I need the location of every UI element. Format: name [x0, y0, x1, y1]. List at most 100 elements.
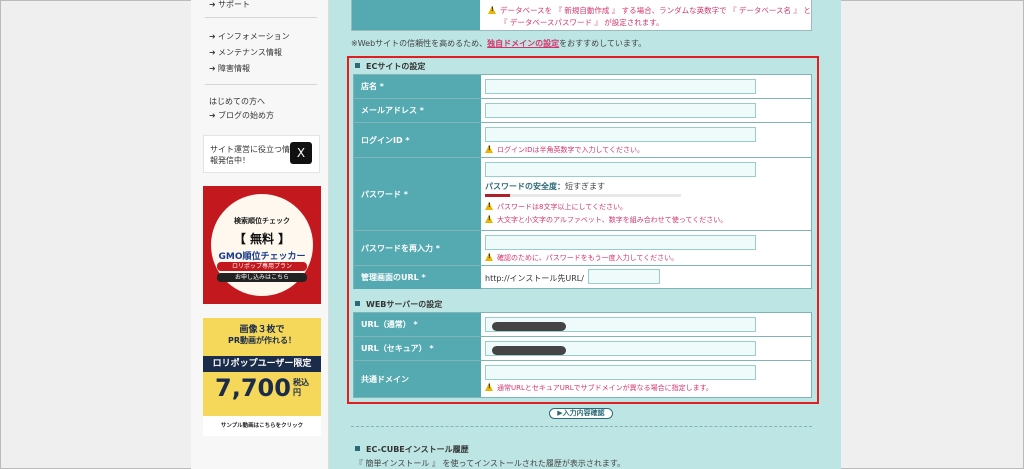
hint-text: 大文字と小文字のアルファベット、数字を組み合わせて使ってください。	[497, 216, 728, 224]
db-note-text: データベースを 『 新規自動作成 』 する場合、ランダムな英数字で 『 データベ…	[500, 6, 811, 15]
confirm-input-button[interactable]: ▶入力内容確認	[549, 408, 613, 419]
store-name-label: 店名 *	[354, 75, 481, 98]
banner-line: 【 無料 】	[233, 232, 291, 246]
sidebar-link-outage[interactable]: ➜ 障害情報	[209, 63, 250, 74]
section-square-icon	[355, 63, 360, 68]
sidebar-link-information[interactable]: ➜ インフォメーション	[209, 31, 290, 42]
admin-url-label: 管理画面のURL *	[354, 266, 481, 289]
web-settings-table: URL（通常） * URL（セキュア） * 共通ドメイン 通常URLとセキュアU…	[353, 312, 812, 398]
x-logo-icon[interactable]: X	[290, 142, 312, 164]
password-strength: パスワードの安全度：短すぎます	[485, 181, 605, 192]
notice-suffix: をおすすめしています。	[559, 39, 647, 48]
arrow-right-icon: ➜	[209, 0, 216, 9]
section-divider	[351, 426, 812, 427]
section-square-icon	[355, 301, 360, 306]
sidebar-beginner-heading: はじめての方へ	[209, 97, 265, 106]
table-row: ログインID * ログインIDは半角英数字で入力してください。	[354, 123, 811, 158]
table-row: パスワードを再入力 * 確認のために、パスワードをもう一度入力してください。	[354, 231, 811, 266]
sidebar-link-label: ブログの始め方	[218, 111, 274, 120]
pr-video-banner[interactable]: 画像３枚で PR動画が作れる！ ロリポップユーザー限定 7,700 税込円 サン…	[203, 318, 321, 436]
banner-line: 検索順位チェック	[234, 217, 290, 225]
login-id-input[interactable]	[485, 127, 756, 142]
warning-icon	[485, 202, 494, 210]
section-title-text: EC-CUBEインストール履歴	[366, 445, 469, 454]
sidebar-link-maintenance[interactable]: ➜ メンテナンス情報	[209, 47, 282, 58]
hint-text: 通常URLとセキュアURLでサブドメインが異なる場合に指定します。	[497, 384, 713, 392]
admin-url-input[interactable]	[588, 269, 660, 284]
sidebar-link-blog[interactable]: ➜ ブログの始め方	[209, 110, 274, 121]
banner-tax: 税込	[293, 378, 309, 387]
shared-domain-input[interactable]	[485, 365, 756, 380]
login-id-label: ログインID *	[354, 123, 481, 157]
warning-icon	[488, 6, 497, 14]
banner-price: 7,700	[215, 374, 291, 402]
email-label: メールアドレス *	[354, 99, 481, 122]
db-note-line: 『 データベースパスワード 』 が設定されます。	[500, 18, 664, 27]
table-row: URL（セキュア） *	[354, 337, 811, 361]
sidebar-link-label: 障害情報	[218, 64, 250, 73]
sidebar: ➜ サポート ➜ インフォメーション ➜ メンテナンス情報 ➜ 障害情報 はじめての方へ…	[191, 0, 329, 469]
arrow-right-icon: ➜	[209, 64, 216, 73]
web-section-title: WEBサーバーの設定	[355, 299, 442, 310]
banner-yen-label: 円	[293, 388, 301, 397]
confirm-button-label: 入力内容確認	[562, 409, 605, 417]
banner-line: 画像３枚で	[239, 325, 285, 335]
banner-footer: サンプル動画はこちらをクリック	[203, 416, 321, 436]
shared-domain-hint: 通常URLとセキュアURLでサブドメインが異なる場合に指定します。	[485, 383, 713, 393]
notice-prefix: ※Webサイトの信頼性を高めるため、	[351, 39, 488, 48]
section-square-icon	[355, 446, 360, 451]
url-input[interactable]	[485, 317, 756, 332]
warning-icon	[485, 383, 494, 391]
password-confirm-hint: 確認のために、パスワードをもう一度入力してください。	[485, 253, 678, 263]
hint-text: 確認のために、パスワードをもう一度入力してください。	[497, 254, 679, 262]
table-row: 店名 *	[354, 75, 811, 99]
table-row: 共通ドメイン 通常URLとセキュアURLでサブドメインが異なる場合に指定します。	[354, 361, 811, 397]
sidebar-divider	[205, 84, 317, 85]
gmo-rank-checker-banner[interactable]: 検索順位チェック 【 無料 】 GMO順位チェッカー ロリポップ専用プラン お申…	[203, 186, 321, 304]
domain-notice: ※Webサイトの信頼性を高めるため、独自ドメインの設定をおすすめしています。	[351, 38, 646, 49]
ec-settings-table: 店名 * メールアドレス * ログインID * ログインIDは半角英数字で入力し…	[353, 74, 812, 289]
strength-value: 短すぎます	[565, 182, 605, 191]
arrow-right-icon: ➜	[209, 48, 216, 57]
table-row: URL（通常） *	[354, 313, 811, 337]
main-content: データベースを 『 新規自動作成 』 する場合、ランダムな英数字で 『 データベ…	[329, 0, 841, 469]
strength-label: パスワードの安全度：	[485, 182, 565, 191]
left-margin	[1, 1, 191, 468]
x-promo[interactable]: サイト運営に役立つ情報発信中！ X	[203, 135, 320, 173]
password-hint-length: パスワードは8文字以上にしてください。	[485, 202, 627, 212]
password-confirm-input[interactable]	[485, 235, 756, 250]
strength-bar	[485, 194, 681, 197]
password-confirm-label: パスワードを再入力 *	[354, 231, 481, 265]
admin-url-prefix: http://インストール先URL/	[485, 274, 584, 283]
database-label-cell	[352, 0, 480, 30]
banner-line: PR動画が作れる！	[227, 336, 297, 345]
password-input[interactable]	[485, 162, 756, 177]
warning-icon	[485, 253, 494, 261]
ec-section-title: ECサイトの設定	[355, 61, 425, 72]
password-hint-mix: 大文字と小文字のアルファベット、数字を組み合わせて使ってください。	[485, 215, 727, 225]
url-secure-input[interactable]	[485, 341, 756, 356]
table-row: 管理画面のURL * http://インストール先URL/	[354, 266, 811, 289]
url-label: URL（通常） *	[354, 313, 481, 336]
arrow-right-icon: ➜	[209, 32, 216, 41]
banner-cta: お申し込みはこちら	[217, 273, 307, 282]
history-section-title: EC-CUBEインストール履歴	[355, 444, 469, 455]
sidebar-link-label: インフォメーション	[218, 32, 290, 41]
email-input[interactable]	[485, 103, 756, 118]
masked-value	[492, 322, 566, 331]
right-margin	[841, 1, 1023, 468]
strength-bar-fill	[485, 194, 511, 197]
x-promo-text: サイト運営に役立つ情報発信中！	[210, 145, 290, 165]
store-name-input[interactable]	[485, 79, 756, 94]
custom-domain-link[interactable]: 独自ドメインの設定	[487, 39, 559, 48]
arrow-right-icon: ➜	[209, 111, 216, 120]
section-title-text: WEBサーバーの設定	[366, 300, 443, 309]
banner-ribbon: ロリポップ専用プラン	[217, 262, 307, 271]
gmo-logo: GMO順位チェッカー	[218, 252, 306, 262]
warning-icon	[485, 215, 494, 223]
sidebar-link-support[interactable]: ➜ サポート	[209, 0, 250, 10]
sidebar-divider	[205, 17, 317, 18]
hint-text: パスワードは8文字以上にしてください。	[497, 203, 628, 211]
url-secure-label: URL（セキュア） *	[354, 337, 481, 360]
password-label: パスワード *	[354, 158, 481, 230]
